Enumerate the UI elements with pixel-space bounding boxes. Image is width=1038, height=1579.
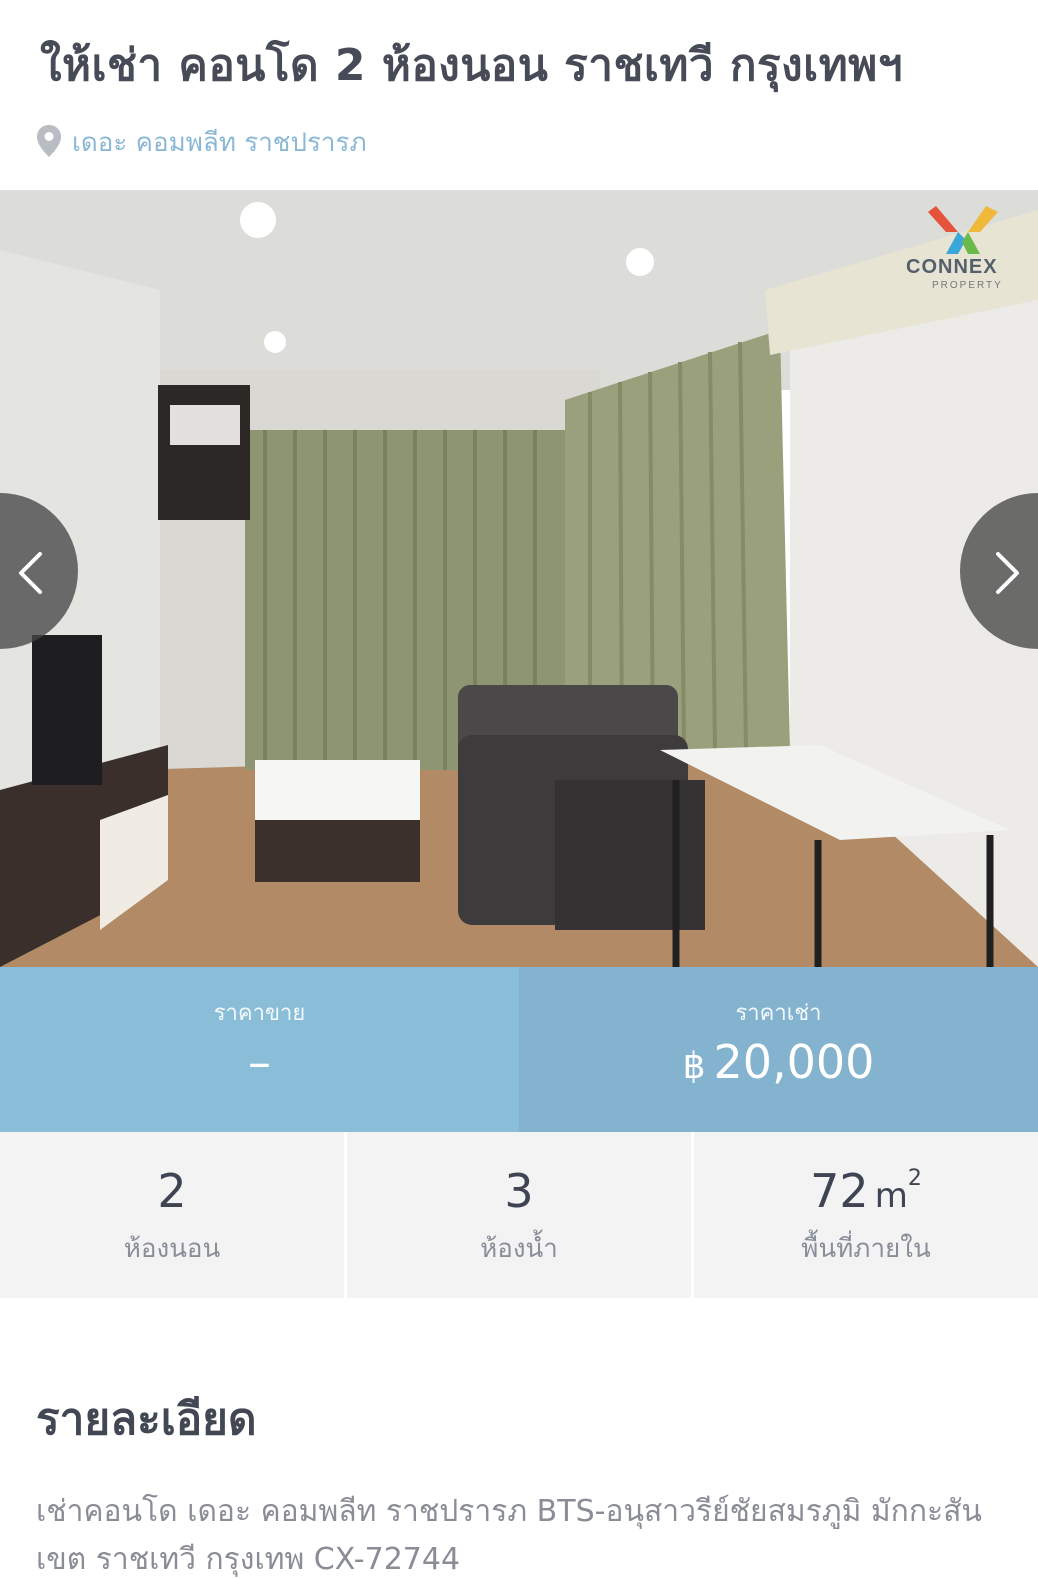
rent-price-label: ราคาเช่า — [735, 1001, 822, 1026]
chevron-right-icon — [996, 552, 1019, 594]
sale-price-cell: ราคาขาย – — [0, 967, 519, 1132]
bedrooms-label: ห้องนอน — [123, 1234, 221, 1264]
listing-title: ให้เช่า คอนโด 2 ห้องนอน ราชเทวี กรุงเทพฯ — [40, 40, 903, 91]
listing-location[interactable]: เดอะ คอมพลีท ราชปรารภ — [36, 122, 367, 163]
watermark-brand: CONNEX — [906, 256, 998, 278]
property-stats: 2 ห้องนอน 3 ห้องน้ำ 72 m2 พื้นที่ภายใน — [0, 1132, 1038, 1298]
area-label: พื้นที่ภายใน — [801, 1234, 931, 1264]
rent-price-amount: 20,000 — [713, 1035, 875, 1089]
chevron-left-icon — [19, 552, 42, 594]
stat-area: 72 m2 พื้นที่ภายใน — [694, 1132, 1038, 1298]
area-value: 72 — [810, 1164, 869, 1218]
bathrooms-value: 3 — [504, 1164, 534, 1218]
details-description: เช่าคอนโด เดอะ คอมพลีท ราชปรารภ BTS-อนุส… — [36, 1494, 982, 1577]
watermark-sub: PROPERTY — [932, 280, 1003, 291]
baht-currency-symbol: ฿ — [682, 1046, 706, 1087]
listing-photo — [0, 190, 1038, 967]
area-unit: m — [874, 1176, 908, 1216]
location-text[interactable]: เดอะ คอมพลีท ราชปรารภ — [72, 122, 367, 163]
price-bar: ราคาขาย – ราคาเช่า ฿ 20,000 — [0, 967, 1038, 1132]
stat-bedrooms: 2 ห้องนอน — [0, 1132, 347, 1298]
rent-price-value: ฿ 20,000 — [519, 1035, 1038, 1089]
details-section: รายละเอียด เช่าคอนโด เดอะ คอมพลีท ราชปรา… — [0, 1298, 1038, 1579]
bedrooms-value: 2 — [157, 1164, 187, 1218]
sale-price-value: – — [248, 1035, 271, 1089]
bathrooms-label: ห้องน้ำ — [480, 1234, 558, 1264]
photo-gallery[interactable]: CONNEX PROPERTY — [0, 190, 1038, 967]
details-heading: รายละเอียด — [36, 1394, 257, 1445]
area-value-group: 72 m2 — [694, 1164, 1038, 1218]
connex-logo-icon — [928, 206, 998, 254]
map-pin-icon — [36, 124, 72, 162]
watermark-logo: CONNEX PROPERTY — [906, 198, 1026, 298]
sale-price-label: ราคาขาย — [213, 1001, 306, 1026]
stat-bathrooms: 3 ห้องน้ำ — [347, 1132, 694, 1298]
rent-price-cell: ราคาเช่า ฿ 20,000 — [519, 967, 1038, 1132]
area-unit-sup: 2 — [907, 1166, 922, 1191]
listing-header: ให้เช่า คอนโด 2 ห้องนอน ราชเทวี กรุงเทพฯ… — [0, 0, 1038, 190]
